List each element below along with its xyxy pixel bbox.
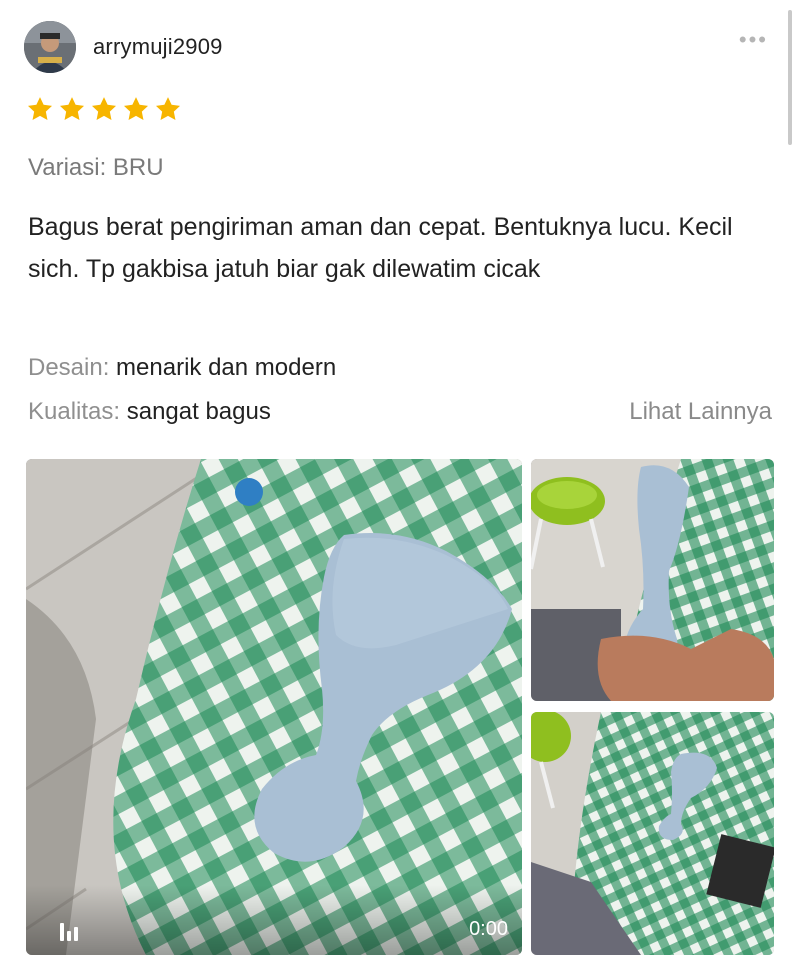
- more-options-icon[interactable]: •••: [739, 29, 768, 51]
- star-icon: [155, 97, 181, 120]
- video-overlay: [26, 885, 522, 955]
- rating-stars: [26, 95, 182, 123]
- username[interactable]: arrymuji2909: [93, 34, 223, 60]
- attribute-label: Desain:: [28, 354, 110, 381]
- photo-thumbnail: [531, 712, 774, 955]
- video-bars-icon: [60, 923, 78, 941]
- see-more-link[interactable]: Lihat Lainnya: [629, 398, 772, 426]
- star-icon: [123, 97, 149, 120]
- video-thumbnail: [26, 459, 522, 955]
- review-video[interactable]: 0:00: [26, 459, 522, 955]
- user-avatar[interactable]: [24, 21, 76, 73]
- attribute-value: menarik dan modern: [116, 354, 337, 381]
- attribute-quality: Kualitas: sangat bagus: [28, 398, 271, 426]
- review-photo-1[interactable]: [531, 459, 774, 701]
- attribute-design: Desain: menarik dan modern: [28, 354, 336, 382]
- review-text: Bagus berat pengiriman aman dan cepat. B…: [28, 213, 733, 283]
- star-icon: [59, 97, 85, 120]
- video-duration: 0:00: [469, 918, 508, 940]
- review-card: arrymuji2909 ••• Variasi: BRU Bagus bera…: [0, 0, 800, 963]
- star-icon: [91, 97, 117, 120]
- star-icon: [27, 97, 53, 120]
- attribute-label: Kualitas:: [28, 398, 121, 425]
- attribute-value: sangat bagus: [126, 398, 271, 425]
- photo-thumbnail: [531, 459, 774, 701]
- variation-label: Variasi: BRU: [28, 154, 164, 181]
- review-photo-2[interactable]: [531, 712, 774, 955]
- scrollbar[interactable]: [788, 10, 792, 145]
